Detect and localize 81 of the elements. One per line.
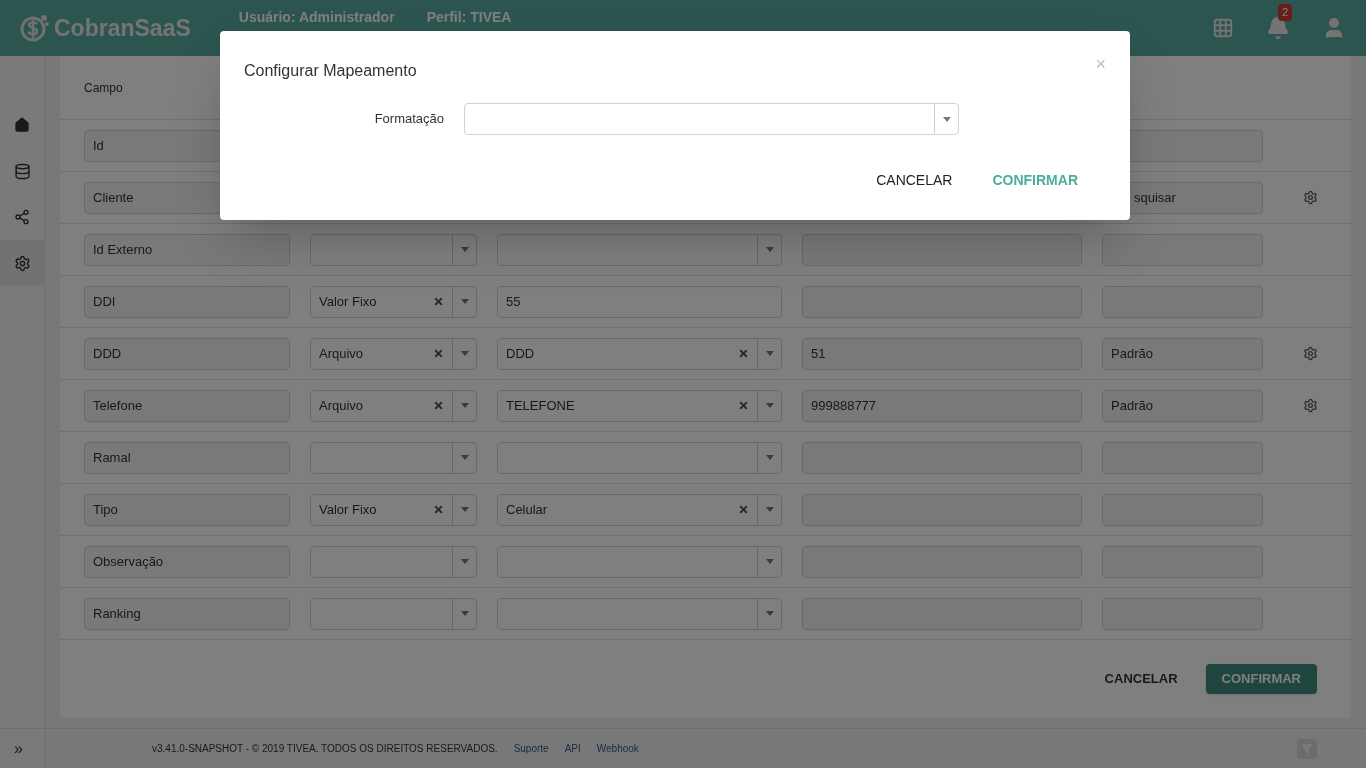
settings-icon[interactable]: [13, 254, 31, 272]
caret-icon: [765, 559, 774, 564]
value-select[interactable]: [497, 441, 782, 474]
caret-icon: [460, 455, 469, 460]
field-name-input[interactable]: Ranking: [84, 597, 290, 630]
caret-icon: [460, 559, 469, 564]
field-name-input[interactable]: Id Externo: [84, 233, 290, 266]
value-select[interactable]: [497, 233, 782, 266]
value-select[interactable]: [497, 597, 782, 630]
caret-icon: [765, 351, 774, 356]
example-input[interactable]: [802, 233, 1082, 266]
caret-icon: [765, 611, 774, 616]
footer-link[interactable]: Webhook: [596, 741, 639, 756]
source-select[interactable]: Arquivo: [310, 337, 477, 370]
caret-icon: [460, 611, 469, 616]
footer-link[interactable]: Suporte: [513, 741, 549, 756]
clear-icon[interactable]: [738, 504, 749, 515]
cancel-button[interactable]: CANCELAR: [1092, 664, 1190, 694]
format-input[interactable]: [1102, 233, 1263, 266]
example-input[interactable]: 999888777: [802, 389, 1082, 422]
source-select[interactable]: [310, 441, 477, 474]
source-select[interactable]: Valor Fixo: [310, 493, 477, 526]
caret-icon: [765, 455, 774, 460]
clear-icon[interactable]: [433, 504, 444, 515]
caret-icon: [460, 403, 469, 408]
clear-icon[interactable]: [738, 348, 749, 359]
settings-icon[interactable]: [1303, 190, 1318, 205]
confirm-button[interactable]: CONFIRMAR: [980, 164, 1090, 196]
notification-badge: 2: [1278, 4, 1293, 21]
settings-icon[interactable]: [1303, 346, 1318, 361]
caret-icon: [460, 247, 469, 252]
caret-icon: [942, 116, 951, 122]
confirm-button[interactable]: CONFIRMAR: [1205, 664, 1317, 694]
database-icon[interactable]: [13, 162, 31, 180]
column-header: Campo: [84, 79, 123, 97]
source-select[interactable]: Valor Fixo: [310, 285, 477, 318]
field-label: Formatação: [373, 110, 444, 129]
value-select[interactable]: TELEFONE: [497, 389, 782, 422]
dollar-coin-icon: [20, 13, 50, 43]
value-input[interactable]: 55: [497, 285, 782, 318]
share-icon[interactable]: [14, 209, 30, 225]
profile-info: Perfil: TIVEA: [426, 9, 512, 25]
example-input[interactable]: 51: [802, 337, 1082, 370]
clear-icon[interactable]: [433, 400, 444, 411]
format-select[interactable]: [464, 103, 959, 135]
settings-icon[interactable]: [1303, 398, 1318, 413]
caret-icon: [460, 351, 469, 356]
format-input[interactable]: Padrão: [1102, 337, 1263, 370]
clear-icon[interactable]: [738, 400, 749, 411]
notification-bell-icon[interactable]: [1266, 16, 1290, 40]
field-name-input[interactable]: DDD: [84, 337, 290, 370]
value-select[interactable]: Celular: [497, 493, 782, 526]
source-select[interactable]: Arquivo: [310, 389, 477, 422]
field-name-input[interactable]: Observação: [84, 545, 290, 578]
clear-icon[interactable]: [433, 348, 444, 359]
source-select[interactable]: [310, 545, 477, 578]
clear-icon[interactable]: [433, 296, 444, 307]
field-name-input[interactable]: DDI: [84, 285, 290, 318]
apps-grid-icon[interactable]: [1212, 17, 1234, 39]
caret-icon: [765, 507, 774, 512]
logo-text: CobranSaaS: [54, 13, 191, 43]
source-select[interactable]: [310, 597, 477, 630]
field-name-input[interactable]: Telefone: [84, 389, 290, 422]
footer-link[interactable]: API: [564, 741, 581, 756]
expand-button[interactable]: »: [14, 736, 23, 761]
sidebar-item[interactable]: [0, 240, 44, 286]
user-info: Usuário: Administrador: [238, 9, 395, 25]
caret-icon: [460, 507, 469, 512]
value-select[interactable]: DDD: [497, 337, 782, 370]
home-icon[interactable]: [14, 117, 30, 133]
value-select[interactable]: [497, 545, 782, 578]
caret-icon: [460, 299, 469, 304]
copyright-text: v3.41.0-SNAPSHOT - © 2019 TIVEA. TODOS OS DIREITOS RESERVADOS.: [152, 742, 498, 756]
source-select[interactable]: [310, 233, 477, 266]
field-name-input[interactable]: Ramal: [84, 441, 290, 474]
cancel-button[interactable]: CANCELAR: [864, 164, 965, 196]
dialog-title: Configurar Mapeamento: [244, 61, 417, 81]
field-name-input[interactable]: Tipo: [84, 493, 290, 526]
caret-icon: [765, 403, 774, 408]
format-input[interactable]: Padrão: [1102, 389, 1263, 422]
caret-icon: [765, 247, 774, 252]
